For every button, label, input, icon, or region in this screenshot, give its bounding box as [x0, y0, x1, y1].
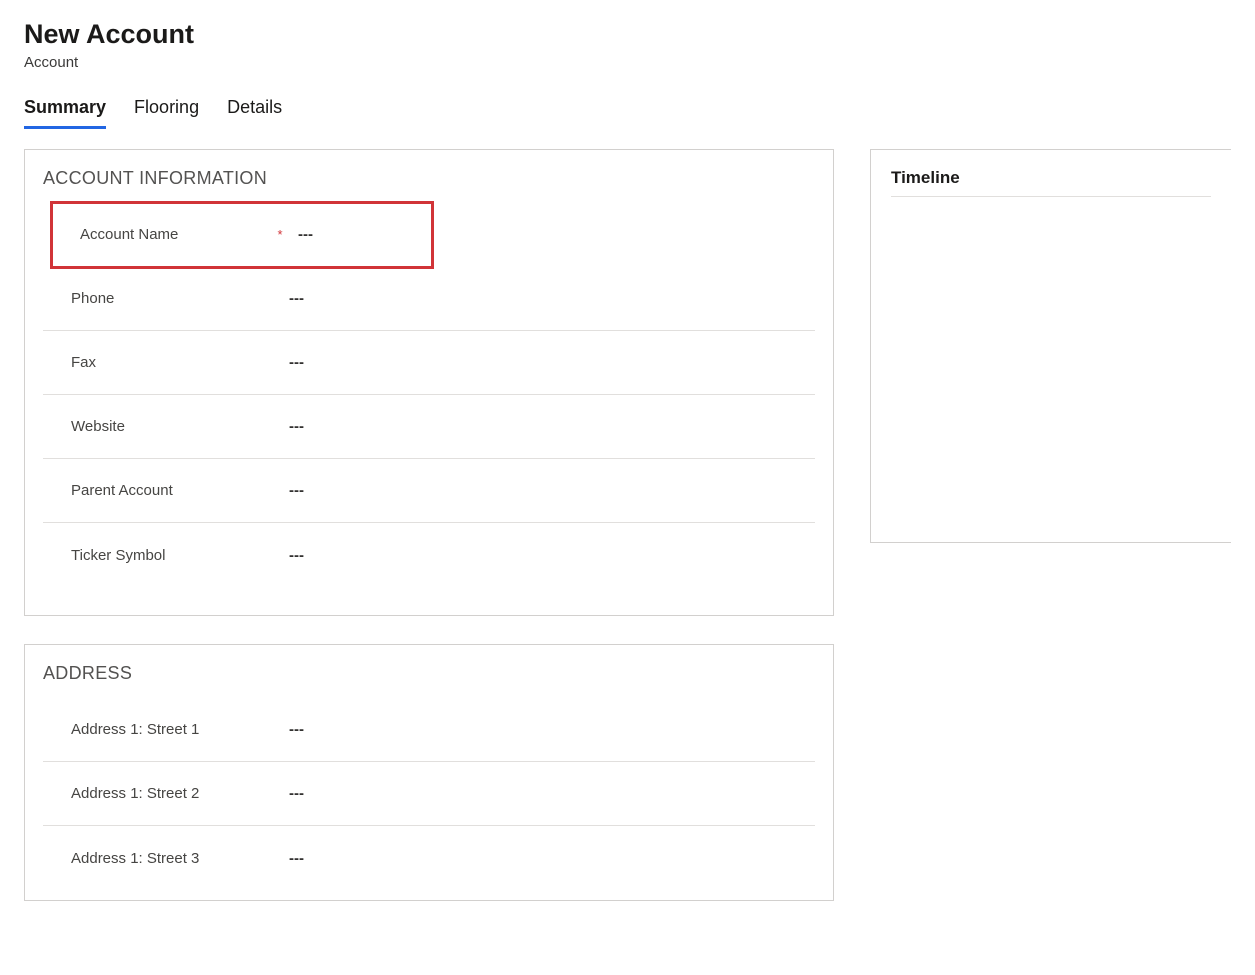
- field-label-ticker-symbol: Ticker Symbol: [71, 547, 261, 564]
- field-label-fax: Fax: [71, 354, 261, 371]
- timeline-title: Timeline: [891, 168, 1211, 197]
- field-label-phone: Phone: [71, 290, 261, 307]
- page-subtitle: Account: [24, 54, 1231, 71]
- field-address1-street3[interactable]: Address 1: Street 3 ---: [43, 826, 815, 890]
- field-label-address1-street1: Address 1: Street 1: [71, 721, 261, 738]
- field-address1-street1[interactable]: Address 1: Street 1 ---: [43, 698, 815, 762]
- field-website[interactable]: Website ---: [43, 395, 815, 459]
- field-value-address1-street1[interactable]: ---: [281, 721, 807, 738]
- field-label-website: Website: [71, 418, 261, 435]
- field-address1-street2[interactable]: Address 1: Street 2 ---: [43, 762, 815, 826]
- field-value-account-name[interactable]: ---: [290, 226, 424, 243]
- field-phone[interactable]: Phone ---: [43, 267, 815, 331]
- tab-summary[interactable]: Summary: [24, 97, 106, 129]
- field-value-phone[interactable]: ---: [281, 290, 807, 307]
- field-value-fax[interactable]: ---: [281, 354, 807, 371]
- field-label-parent-account: Parent Account: [71, 482, 261, 499]
- content-area: ACCOUNT INFORMATION Account Name * --- P…: [24, 149, 1231, 901]
- page-title: New Account: [24, 18, 1231, 50]
- field-value-parent-account[interactable]: ---: [281, 482, 807, 499]
- field-value-address1-street3[interactable]: ---: [281, 850, 807, 867]
- required-indicator: *: [270, 227, 290, 242]
- page-header: New Account Account: [24, 18, 1231, 71]
- timeline-card: Timeline: [870, 149, 1231, 543]
- field-value-ticker-symbol[interactable]: ---: [281, 547, 807, 564]
- field-label-address1-street3: Address 1: Street 3: [71, 850, 261, 867]
- section-title-account-information: ACCOUNT INFORMATION: [43, 168, 815, 189]
- tab-list: Summary Flooring Details: [24, 97, 1231, 129]
- section-address: ADDRESS Address 1: Street 1 --- Address …: [24, 644, 834, 901]
- field-account-name[interactable]: Account Name * ---: [52, 203, 432, 267]
- field-value-website[interactable]: ---: [281, 418, 807, 435]
- tab-details[interactable]: Details: [227, 97, 282, 129]
- main-column: ACCOUNT INFORMATION Account Name * --- P…: [24, 149, 834, 901]
- field-ticker-symbol[interactable]: Ticker Symbol ---: [43, 523, 815, 587]
- section-account-information: ACCOUNT INFORMATION Account Name * --- P…: [24, 149, 834, 616]
- tab-flooring[interactable]: Flooring: [134, 97, 199, 129]
- section-title-address: ADDRESS: [43, 663, 815, 684]
- field-label-account-name: Account Name: [80, 226, 270, 243]
- side-column: Timeline: [870, 149, 1231, 543]
- field-parent-account[interactable]: Parent Account ---: [43, 459, 815, 523]
- field-fax[interactable]: Fax ---: [43, 331, 815, 395]
- field-value-address1-street2[interactable]: ---: [281, 785, 807, 802]
- field-label-address1-street2: Address 1: Street 2: [71, 785, 261, 802]
